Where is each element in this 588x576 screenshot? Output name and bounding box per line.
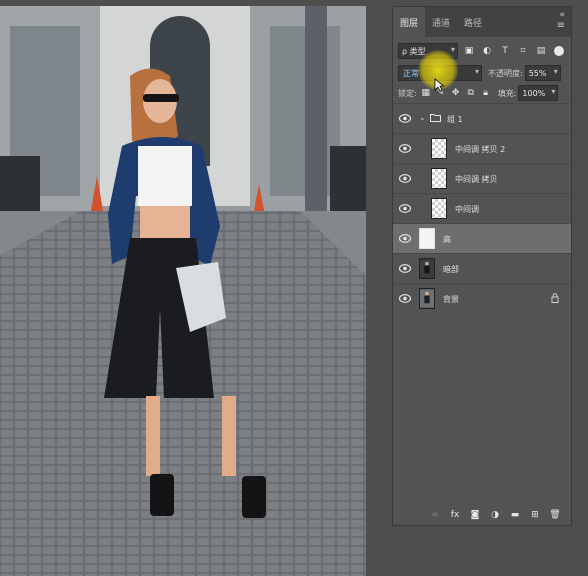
lock-row: 锁定: ▦ ✎ ✥ ⧉ 🔒︎ 填充: 100% ▾ bbox=[398, 85, 566, 101]
layer-row[interactable]: 中间调 拷贝 2 bbox=[393, 133, 571, 163]
chevron-down-icon: ▾ bbox=[450, 45, 455, 54]
lock-label: 锁定: bbox=[398, 88, 417, 98]
photoshop-workspace: 图层 通道 路径 « ≡ ρ 类型 ▾ ▣ ◐ T ⌗ ▤ 正常 ▾ 不透明度: bbox=[0, 0, 588, 576]
lock-icon bbox=[551, 293, 559, 303]
fill-label: 填充: bbox=[497, 88, 517, 98]
opacity-field[interactable]: 55% ▾ bbox=[524, 65, 561, 81]
layer-row[interactable]: 背景 bbox=[393, 283, 571, 313]
layer-name: 中间调 bbox=[455, 205, 479, 214]
eye-icon[interactable] bbox=[399, 114, 411, 123]
fill-value: 100% bbox=[522, 88, 546, 98]
adjustment-icon[interactable]: ◑ bbox=[489, 509, 501, 521]
photo-image bbox=[0, 6, 366, 576]
layer-row[interactable]: 暗部 bbox=[393, 253, 571, 283]
link-icon[interactable]: ∞ bbox=[429, 509, 441, 521]
tab-layers[interactable]: 图层 bbox=[393, 7, 426, 37]
canvas-photo[interactable] bbox=[0, 6, 366, 576]
mask-icon[interactable]: ◙ bbox=[469, 509, 481, 521]
layer-name: 高 bbox=[443, 235, 451, 244]
layer-thumbnail bbox=[419, 258, 435, 279]
opacity-value: 55% bbox=[528, 68, 547, 78]
filter-toggle[interactable] bbox=[554, 46, 564, 56]
filter-smartobject-icon[interactable]: ▤ bbox=[534, 44, 548, 58]
tab-channels[interactable]: 通道 bbox=[425, 7, 457, 37]
panel-tabs: 图层 通道 路径 « ≡ bbox=[393, 7, 571, 37]
lock-transparent-icon[interactable]: ▦ bbox=[420, 87, 432, 99]
layer-name: 中间调 拷贝 2 bbox=[455, 145, 506, 154]
panel-menu-icon[interactable]: ≡ bbox=[557, 21, 565, 31]
tab-paths[interactable]: 路径 bbox=[457, 7, 489, 37]
fx-icon[interactable]: fx bbox=[449, 509, 461, 521]
eye-icon[interactable] bbox=[399, 264, 411, 273]
layers-panel: 图层 通道 路径 « ≡ ρ 类型 ▾ ▣ ◐ T ⌗ ▤ 正常 ▾ 不透明度: bbox=[392, 6, 572, 526]
chevron-down-icon: ▾ bbox=[551, 87, 556, 96]
opacity-label: 不透明度: bbox=[488, 68, 523, 78]
filter-kind-label: ρ 类型 bbox=[402, 46, 426, 56]
layer-thumbnail bbox=[419, 228, 435, 249]
lock-all-icon[interactable]: 🔒︎ bbox=[480, 87, 492, 99]
collapse-icon[interactable]: « bbox=[559, 10, 565, 20]
layer-row-selected[interactable]: 高 bbox=[393, 223, 571, 253]
layer-name: 中间调 拷贝 bbox=[455, 175, 498, 184]
eye-icon[interactable] bbox=[399, 294, 411, 303]
filter-adjustment-icon[interactable]: ◐ bbox=[480, 44, 494, 58]
eye-icon[interactable] bbox=[399, 144, 411, 153]
new-layer-icon[interactable]: ⊞ bbox=[529, 509, 541, 521]
filter-shape-icon[interactable]: ⌗ bbox=[516, 44, 530, 58]
lock-artboard-icon[interactable]: ⧉ bbox=[465, 87, 477, 99]
filter-type-icon[interactable]: T bbox=[498, 44, 512, 58]
filter-pixel-icon[interactable]: ▣ bbox=[462, 44, 476, 58]
eye-icon[interactable] bbox=[399, 234, 411, 243]
layer-row[interactable]: 中间调 拷贝 bbox=[393, 163, 571, 193]
layer-thumbnail bbox=[431, 138, 447, 159]
layer-thumbnail bbox=[431, 198, 447, 219]
mouse-cursor-icon bbox=[434, 78, 444, 92]
chevron-down-icon[interactable]: ⌄ bbox=[419, 113, 426, 122]
layer-thumbnail bbox=[419, 288, 435, 309]
layer-row[interactable]: 中间调 bbox=[393, 193, 571, 223]
layer-list: ⌄ 组 1 中间调 拷贝 2 中间调 拷贝 中间调 高 暗部 背景 bbox=[393, 103, 571, 313]
panel-footer: ∞ fx ◙ ◑ ▬ ⊞ 🗑︎ bbox=[393, 505, 571, 525]
lock-position-icon[interactable]: ✥ bbox=[450, 87, 462, 99]
layer-name: 组 1 bbox=[447, 115, 463, 124]
eye-icon[interactable] bbox=[399, 174, 411, 183]
layer-thumbnail bbox=[431, 168, 447, 189]
layer-name: 暗部 bbox=[443, 265, 459, 274]
chevron-down-icon: ▾ bbox=[553, 67, 558, 76]
eye-icon[interactable] bbox=[399, 204, 411, 213]
layer-name: 背景 bbox=[443, 295, 459, 304]
folder-icon bbox=[430, 114, 441, 122]
folder-icon[interactable]: ▬ bbox=[509, 509, 521, 521]
fill-field[interactable]: 100% ▾ bbox=[518, 85, 559, 101]
blend-mode-label: 正常 bbox=[403, 68, 419, 78]
chevron-down-icon: ▾ bbox=[474, 67, 479, 76]
layer-row-group[interactable]: ⌄ 组 1 bbox=[393, 103, 571, 133]
trash-icon[interactable]: 🗑︎ bbox=[549, 509, 561, 521]
